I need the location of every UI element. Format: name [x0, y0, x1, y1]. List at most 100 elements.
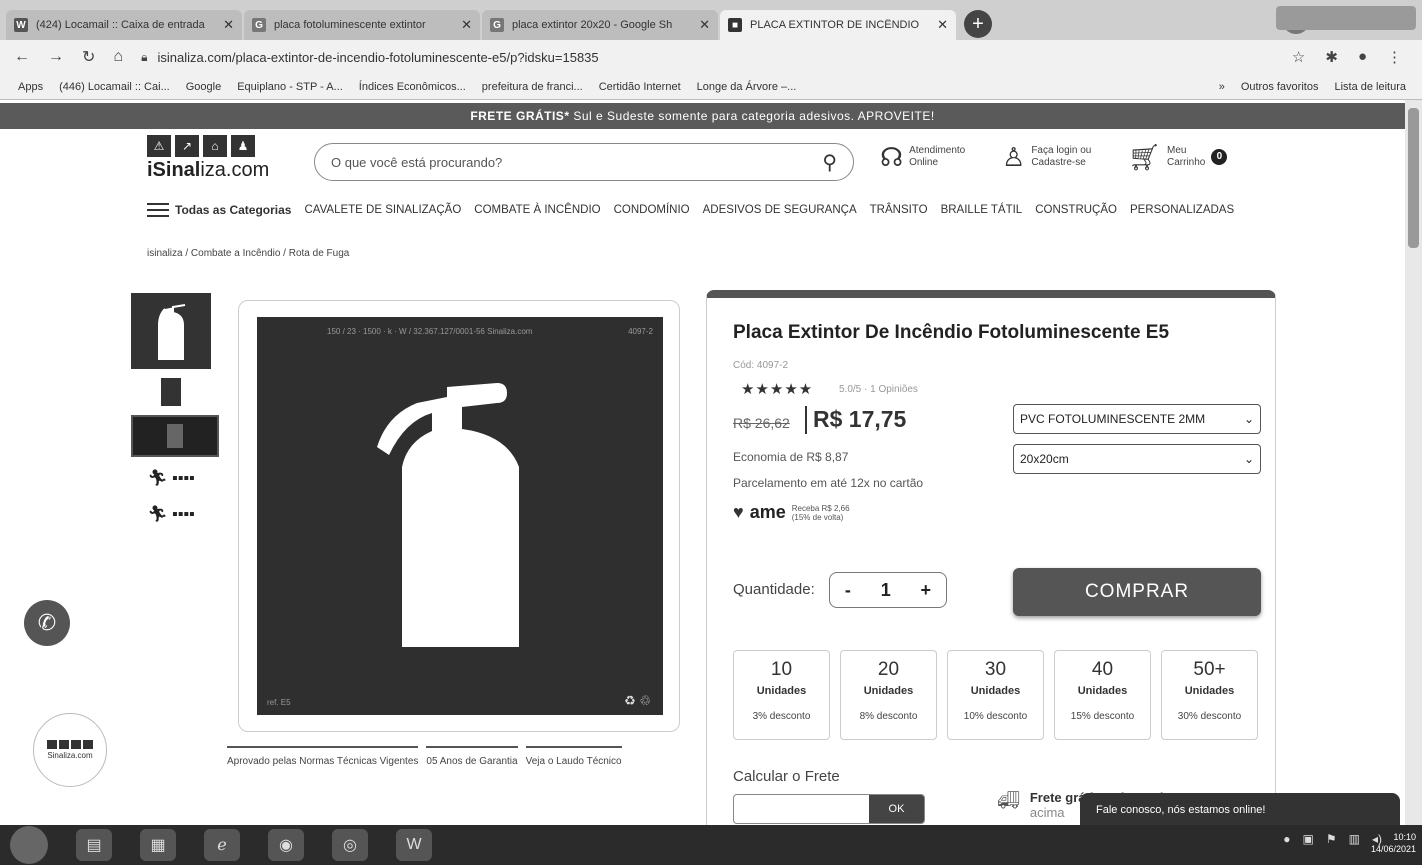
- nav-item-construcao[interactable]: CONSTRUÇÃO: [1035, 204, 1117, 216]
- search-input[interactable]: O que você está procurando? ⚲: [314, 143, 854, 181]
- folder-icon[interactable]: ▦: [140, 829, 176, 861]
- clock[interactable]: 10:10 14/06/2021: [1371, 831, 1416, 855]
- login-link[interactable]: ♙ Faça login ou Cadastre-se: [1002, 144, 1092, 170]
- star-icon[interactable]: ☆: [1292, 48, 1305, 66]
- reload-icon[interactable]: ↻: [82, 47, 95, 67]
- breadcrumb[interactable]: isinaliza / Combate a Incêndio / Rota de…: [147, 248, 349, 259]
- browser-tab[interactable]: Gplaca fotoluminescente extintor ✕: [244, 10, 480, 40]
- rating-stars-icon[interactable]: ★★★★★: [741, 380, 813, 398]
- bookmark-indices[interactable]: Índices Econômicos...: [359, 81, 466, 93]
- account-icon[interactable]: ●: [1358, 48, 1367, 66]
- new-tab-button[interactable]: +: [964, 10, 992, 38]
- quantity-plus-button[interactable]: +: [921, 580, 932, 601]
- tier-qty: 10: [770, 659, 793, 680]
- material-select[interactable]: PVC FOTOLUMINESCENTE 2MM ⌄: [1013, 404, 1261, 434]
- quantity-minus-button[interactable]: -: [845, 580, 851, 601]
- quantity-value[interactable]: 1: [881, 580, 891, 601]
- scrollbar-thumb[interactable]: [1408, 108, 1419, 248]
- cart-link[interactable]: 🛒︎ Meu Carrinho 0: [1128, 144, 1228, 170]
- feature-garantia[interactable]: 05 Anos de Garantia: [426, 746, 518, 767]
- freight-ok-button[interactable]: OK: [869, 795, 924, 823]
- url-field[interactable]: isinaliza.com/placa-extintor-de-incendio…: [157, 50, 598, 65]
- bookmark-locamail[interactable]: (446) Locamail :: Cai...: [59, 81, 170, 93]
- thumbnail-extinguisher[interactable]: [131, 293, 211, 369]
- home-icon[interactable]: ⌂: [113, 48, 123, 66]
- support-link[interactable]: ☊ Atendimento Online: [880, 144, 965, 170]
- chrome-icon[interactable]: ◎: [332, 829, 368, 861]
- lock-icon[interactable]: 🔒︎: [141, 50, 147, 65]
- back-arrow-icon[interactable]: ←: [14, 48, 30, 66]
- tray-icon[interactable]: ▣: [1303, 832, 1314, 846]
- discount-tier[interactable]: 50+ Unidades 30% desconto: [1161, 650, 1258, 740]
- nav-item-combate[interactable]: COMBATE À INCÊNDIO: [474, 204, 600, 216]
- close-tab-icon[interactable]: ✕: [461, 17, 472, 33]
- promo-banner[interactable]: FRETE GRÁTIS* Sul e Sudeste somente para…: [0, 103, 1405, 129]
- close-tab-icon[interactable]: ✕: [699, 17, 710, 33]
- browser-tab[interactable]: Gplaca extintor 20x20 - Google Sh ✕: [482, 10, 718, 40]
- all-categories-button[interactable]: Todas as Categorias: [147, 203, 291, 217]
- size-select[interactable]: 20x20cm ⌄: [1013, 444, 1261, 474]
- feature-normas[interactable]: Aprovado pelas Normas Técnicas Vigentes: [227, 746, 419, 767]
- window-controls[interactable]: [1276, 6, 1416, 30]
- nav-item-braille[interactable]: BRAILLE TÁTIL: [941, 204, 1023, 216]
- forward-arrow-icon[interactable]: →: [48, 48, 64, 66]
- rating-text[interactable]: 5.0/5 · 1 Opiniões: [839, 384, 918, 395]
- bookmark-apps[interactable]: Apps: [18, 81, 43, 93]
- bookmarks-more-button[interactable]: »: [1219, 81, 1225, 93]
- thumbnail-exit-sign-2[interactable]: 🏃︎ ▪▪▪▪: [131, 499, 211, 529]
- bookmark-equiplano[interactable]: Equiplano - STP - A...: [237, 81, 343, 93]
- system-tray[interactable]: ● ▣ ⚑ ▥ ◂): [1283, 832, 1382, 846]
- search-icon[interactable]: ⚲: [822, 150, 837, 175]
- page-scrollbar[interactable]: [1405, 100, 1422, 825]
- flag-icon[interactable]: ⚑: [1326, 832, 1337, 846]
- buy-button[interactable]: COMPRAR: [1013, 568, 1261, 616]
- bookmark-certidao[interactable]: Certidão Internet: [599, 81, 681, 93]
- discount-tier[interactable]: 30 Unidades 10% desconto: [947, 650, 1044, 740]
- login-line2: Cadastre-se: [1031, 157, 1086, 168]
- other-favorites[interactable]: Outros favoritos: [1241, 81, 1319, 93]
- freight-cep-field[interactable]: OK: [733, 794, 925, 824]
- locamail-favicon-icon: W: [14, 18, 28, 32]
- nav-item-transito[interactable]: TRÂNSITO: [870, 204, 928, 216]
- thumbnail-selected[interactable]: [131, 415, 219, 457]
- site-header: ⚠ ↗ ⌂ ♟ iSinaliza.com O que você está procu…: [0, 129, 1405, 193]
- network-icon[interactable]: ▥: [1349, 832, 1360, 846]
- whatsapp-icon[interactable]: ✆: [24, 600, 70, 646]
- discount-tier[interactable]: 40 Unidades 15% desconto: [1054, 650, 1151, 740]
- reading-list[interactable]: Lista de leitura: [1334, 81, 1406, 93]
- browser-tab[interactable]: W (424) Locamail :: Caixa de entrada ✕: [6, 10, 242, 40]
- nav-item-personalizadas[interactable]: PERSONALIZADAS: [1130, 204, 1234, 216]
- nav-item-condominio[interactable]: CONDOMÍNIO: [614, 204, 690, 216]
- login-line1: Faça login ou: [1031, 145, 1092, 156]
- firefox-icon[interactable]: ◉: [268, 829, 304, 861]
- tier-unit: Unidades: [756, 685, 807, 697]
- discount-tier[interactable]: 10 Unidades 3% desconto: [733, 650, 830, 740]
- thumbnail-small[interactable]: [131, 375, 211, 409]
- site-logo[interactable]: ⚠ ↗ ⌂ ♟ iSinaliza.com: [147, 135, 269, 182]
- nav-item-cavalete[interactable]: CAVALETE DE SINALIZAÇÃO: [304, 204, 461, 216]
- feature-laudo[interactable]: Veja o Laudo Técnico: [525, 746, 622, 767]
- browser-tab-active[interactable]: ■ PLACA EXTINTOR DE INCÊNDIO ✕: [720, 10, 956, 40]
- bookmark-prefeitura[interactable]: prefeitura de franci...: [482, 81, 583, 93]
- word-icon[interactable]: W: [396, 829, 432, 861]
- ie-icon[interactable]: ℯ: [204, 829, 240, 861]
- thumbnail-exit-sign-1[interactable]: 🏃︎ ▪▪▪▪: [131, 463, 211, 493]
- start-button-icon[interactable]: [10, 826, 48, 864]
- cep-input[interactable]: [734, 795, 869, 823]
- image-ref: ref. E5: [267, 698, 291, 707]
- menu-icon[interactable]: ⋮: [1387, 48, 1402, 66]
- tab-title: placa fotoluminescente extintor: [274, 19, 426, 31]
- address-bar: ← → ↻ ⌂ 🔒︎ isinaliza.com/placa-extintor-…: [0, 40, 1422, 74]
- bookmark-longe[interactable]: Longe da Árvore –...: [697, 81, 797, 93]
- corner-logo[interactable]: Sinaliza.com: [33, 713, 107, 787]
- discount-tier[interactable]: 20 Unidades 8% desconto: [840, 650, 937, 740]
- extensions-icon[interactable]: ✱: [1325, 48, 1338, 66]
- nav-item-adesivos[interactable]: ADESIVOS DE SEGURANÇA: [703, 204, 857, 216]
- close-tab-icon[interactable]: ✕: [937, 17, 948, 33]
- bookmark-google[interactable]: Google: [186, 81, 221, 93]
- product-image[interactable]: 150 / 23 · 1500 · k · W / 32.367.127/000…: [238, 300, 680, 732]
- explorer-icon[interactable]: ▤: [76, 829, 112, 861]
- close-tab-icon[interactable]: ✕: [223, 17, 234, 33]
- product-image-sign: 150 / 23 · 1500 · k · W / 32.367.127/000…: [257, 317, 663, 715]
- tray-icon[interactable]: ●: [1283, 832, 1290, 846]
